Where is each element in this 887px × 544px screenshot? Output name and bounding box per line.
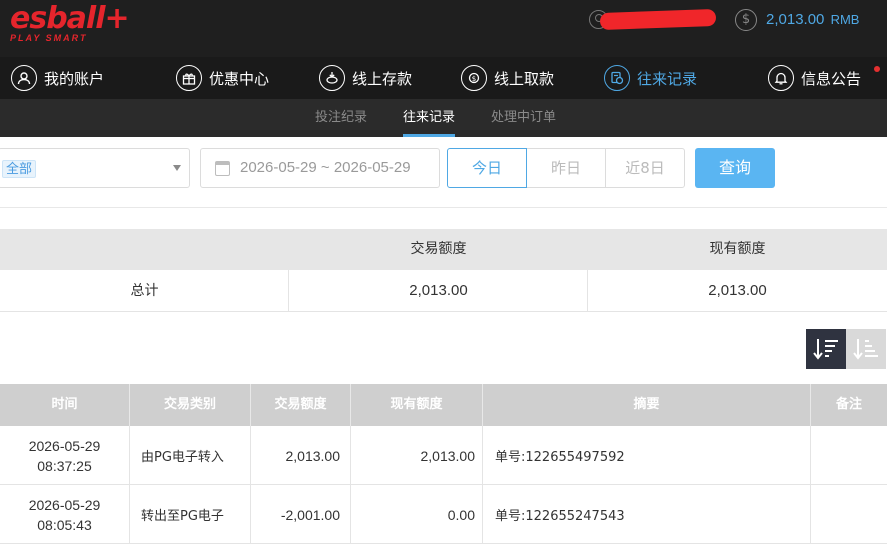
nav-item-promotions[interactable]: 优惠中心	[176, 57, 269, 99]
column-header-balance: 现有额度	[390, 397, 443, 412]
tab-pending-orders[interactable]: 处理中订单	[491, 99, 556, 137]
date-range-value: 2026-05-29 ~ 2026-05-29	[240, 159, 411, 176]
main-nav: 我的账户 优惠中心 线上存款 $ 线上取款 往来记录 信息公告	[0, 57, 887, 99]
row-note	[811, 426, 887, 485]
row-summary: 单号:122655247543	[495, 509, 625, 524]
table-row: 2026-05-29 08:37:25 由PG电子转入 2,013.00 2,0…	[0, 426, 887, 485]
row-time: 2026-05-29 08:05:43	[0, 485, 129, 544]
nav-item-my-account[interactable]: 我的账户	[11, 57, 104, 99]
cell-divider	[129, 426, 130, 485]
row-date: 2026-05-29	[28, 496, 101, 513]
sort-ascending-button[interactable]	[846, 329, 886, 369]
logo[interactable]: esball+ PLAY SMART	[10, 1, 130, 44]
cell-divider	[482, 426, 483, 485]
date-range-picker[interactable]: 2026-05-29 ~ 2026-05-29	[200, 148, 440, 188]
tab-bet-records[interactable]: 投注纪录	[315, 99, 367, 137]
row-clock: 08:05:43	[37, 516, 92, 533]
dollar-coin-icon: $	[735, 9, 757, 31]
range-yesterday-button[interactable]: 昨日	[526, 148, 606, 188]
tab-transaction-records[interactable]: 往来记录	[403, 99, 456, 137]
nav-item-deposit[interactable]: 线上存款	[319, 57, 412, 99]
transaction-type-select[interactable]: 全部	[0, 148, 190, 188]
row-type: 转出至PG电子	[141, 509, 224, 524]
column-header-time: 时间	[51, 397, 78, 412]
account-balance: 2,013.00 RMB	[766, 11, 859, 28]
row-date: 2026-05-29	[28, 437, 101, 454]
summary-transaction-amount: 2,013.00	[409, 282, 468, 299]
row-balance: 0.00	[447, 506, 475, 523]
range-today-button[interactable]: 今日	[447, 148, 527, 188]
summary-header-transaction: 交易额度	[410, 241, 467, 257]
summary-header-current: 现有额度	[709, 241, 766, 257]
withdraw-icon: $	[461, 65, 487, 91]
balance-currency: RMB	[830, 12, 860, 27]
deposit-icon	[319, 65, 345, 91]
nav-label: 往来记录	[637, 69, 698, 88]
cell-divider	[129, 485, 130, 544]
nav-item-records[interactable]: 往来记录	[604, 57, 697, 99]
nav-label: 线上取款	[494, 69, 555, 88]
nav-label: 优惠中心	[209, 69, 270, 88]
nav-label: 信息公告	[801, 69, 862, 88]
nav-item-withdraw[interactable]: $ 线上取款	[461, 57, 554, 99]
summary-row: 总计 2,013.00 2,013.00	[0, 270, 887, 312]
nav-label: 我的账户	[44, 69, 105, 88]
table-row: 2026-05-29 08:05:43 转出至PG电子 -2,001.00 0.…	[0, 485, 887, 544]
user-circle-icon	[11, 65, 37, 91]
gift-icon	[176, 65, 202, 91]
row-summary: 单号:122655497592	[495, 450, 625, 465]
sort-desc-icon	[813, 339, 838, 360]
svg-text:$: $	[472, 75, 476, 83]
row-amount: 2,013.00	[285, 447, 341, 464]
column-header-type: 交易类别	[163, 397, 216, 412]
divider	[0, 207, 887, 208]
row-time: 2026-05-29 08:37:25	[0, 426, 129, 485]
query-button[interactable]: 查询	[695, 148, 775, 188]
logo-text: esball+	[10, 1, 130, 36]
balance-amount: 2,013.00	[766, 11, 825, 28]
sub-nav: 投注纪录 往来记录 处理中订单	[0, 99, 887, 137]
row-balance: 2,013.00	[420, 447, 476, 464]
sort-asc-icon	[853, 339, 878, 360]
row-note	[811, 485, 887, 544]
summary-current-amount: 2,013.00	[708, 282, 767, 299]
notification-dot	[874, 66, 880, 72]
range-last-8-days-button[interactable]: 近8日	[605, 148, 685, 188]
records-table-header: 时间 交易类别 交易额度 现有额度 摘要 备注	[0, 384, 887, 426]
records-icon	[604, 65, 630, 91]
column-header-note: 备注	[835, 397, 862, 412]
row-type: 由PG电子转入	[141, 450, 224, 465]
cell-divider	[482, 485, 483, 544]
caret-down-icon	[173, 165, 181, 171]
row-clock: 08:37:25	[37, 457, 92, 474]
nav-label: 线上存款	[352, 69, 413, 88]
bell-icon	[768, 65, 794, 91]
sort-descending-button[interactable]	[806, 329, 846, 369]
calendar-icon	[215, 161, 230, 176]
column-header-summary: 摘要	[633, 397, 660, 412]
selected-type-tag: 全部	[2, 160, 37, 178]
column-header-amount: 交易额度	[274, 397, 327, 412]
nav-item-announcements[interactable]: 信息公告	[768, 57, 861, 99]
summary-total-label: 总计	[130, 283, 159, 299]
summary-header: 交易额度 现有额度	[0, 229, 887, 270]
row-amount: -2,001.00	[280, 506, 340, 523]
top-bar: esball+ PLAY SMART $ 2,013.00 RMB	[0, 0, 887, 57]
username-redacted	[599, 8, 717, 31]
